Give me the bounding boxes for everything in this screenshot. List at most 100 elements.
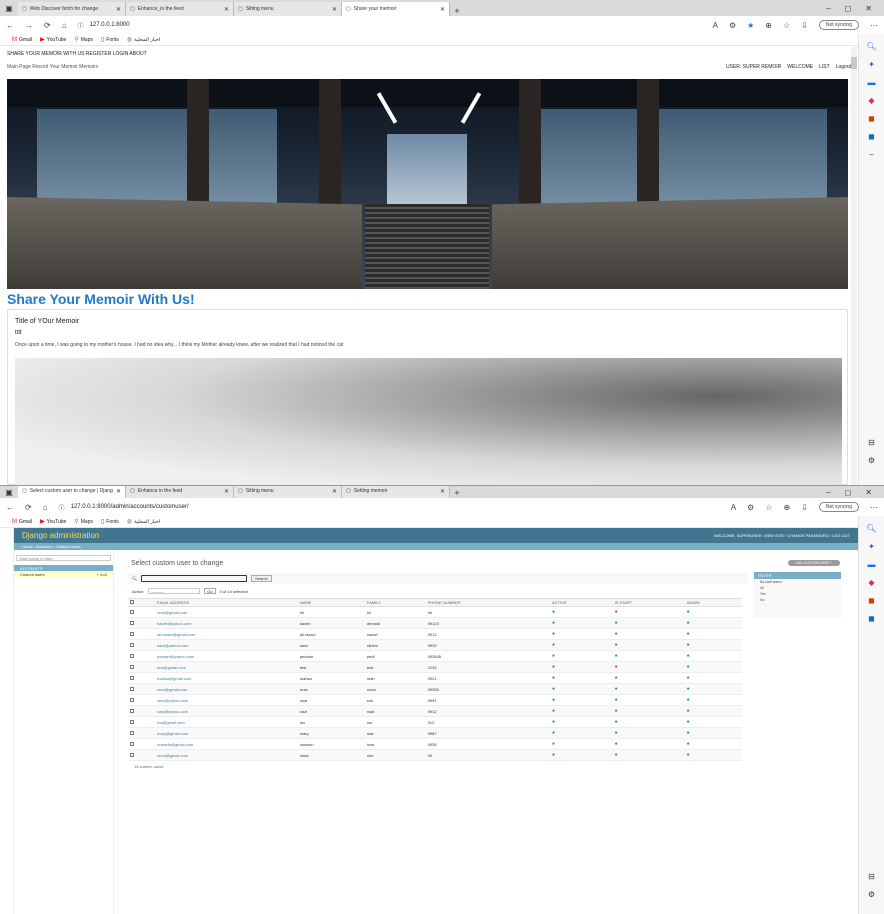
shopping-icon[interactable]: ◆ bbox=[868, 96, 874, 105]
tab-actions-icon[interactable]: ▣ bbox=[0, 486, 18, 498]
site-nav-link[interactable]: USER: SUPER REMOIR bbox=[726, 64, 781, 70]
tab-actions-icon[interactable]: ▣ bbox=[0, 0, 18, 16]
row-checkbox[interactable] bbox=[128, 705, 156, 717]
close-tab-icon[interactable]: ✕ bbox=[116, 488, 121, 495]
nav-filter-input[interactable]: Start typing to filter... bbox=[16, 555, 111, 561]
page-scrollbar[interactable] bbox=[851, 47, 857, 485]
column-header[interactable]: ACTIVE bbox=[550, 598, 613, 607]
action-select[interactable]: --------- bbox=[148, 588, 201, 594]
sparkle-icon[interactable]: ✦ bbox=[868, 60, 875, 69]
tab-0[interactable]: ▢ Select custom user to change | Django ✕ bbox=[18, 486, 126, 498]
office-icon[interactable]: ◼ bbox=[868, 114, 875, 123]
read-aloud-icon[interactable]: A bbox=[713, 21, 718, 30]
favorite-star-icon[interactable]: ☆ bbox=[765, 503, 772, 512]
outlook-icon[interactable]: ◼ bbox=[868, 132, 875, 141]
row-checkbox[interactable] bbox=[128, 716, 156, 728]
email-link[interactable]: sina@yahoo.com bbox=[155, 694, 298, 706]
bookmark-item[interactable]: ◍ اخبار المحلية bbox=[127, 36, 160, 44]
site-info-icon[interactable]: ⓘ bbox=[59, 503, 65, 512]
add-custom-user-button[interactable]: ADD CUSTOM USER + bbox=[788, 560, 840, 566]
home-icon[interactable]: ⌂ bbox=[62, 21, 67, 30]
email-link[interactable]: pedram@yahoo.com bbox=[155, 650, 298, 662]
maximize-icon[interactable]: ◻ bbox=[845, 4, 852, 13]
site-info-icon[interactable]: ⓘ bbox=[78, 21, 84, 30]
column-header[interactable]: NAME bbox=[297, 598, 365, 607]
tab-2[interactable]: ▢ Sitting menu ✕ bbox=[234, 486, 342, 498]
site-nav-link[interactable]: Logout bbox=[836, 64, 851, 70]
row-checkbox[interactable] bbox=[128, 661, 156, 673]
row-checkbox[interactable] bbox=[128, 606, 156, 618]
site-nav-left[interactable]: Main Page Record Your Memoir Memoirs bbox=[7, 64, 98, 70]
column-header[interactable]: ADMIN bbox=[684, 598, 742, 607]
back-icon[interactable]: ← bbox=[6, 21, 14, 30]
search-button[interactable]: Search bbox=[251, 575, 272, 582]
extensions-icon[interactable]: ⚙ bbox=[747, 503, 754, 512]
refresh-icon[interactable]: ⟳ bbox=[44, 21, 51, 30]
email-link[interactable]: hmd@gmail.com bbox=[155, 606, 298, 618]
bookmark-item[interactable]: M Gmail bbox=[12, 519, 32, 525]
favorite-star-icon[interactable]: ★ bbox=[747, 21, 754, 30]
bookmark-item[interactable]: ▶ YouTube bbox=[40, 36, 66, 44]
minimize-icon[interactable]: – bbox=[826, 4, 830, 13]
search-icon[interactable]: 🔍︎ bbox=[866, 524, 876, 533]
sidebar-toggle-icon[interactable]: ⊟ bbox=[868, 438, 875, 447]
favorites-icon[interactable]: ☆ bbox=[783, 21, 790, 30]
sidebar-toggle-icon[interactable]: ⊟ bbox=[868, 872, 875, 881]
close-icon[interactable]: ✕ bbox=[865, 488, 872, 497]
downloads-icon[interactable]: ⇩ bbox=[801, 21, 808, 30]
close-tab-icon[interactable]: ✕ bbox=[224, 6, 229, 13]
tab-2[interactable]: ▢ Sitting menu ✕ bbox=[234, 2, 342, 16]
more-menu-icon[interactable]: ⋯ bbox=[870, 21, 878, 30]
select-all-checkbox[interactable] bbox=[128, 598, 156, 607]
downloads-icon[interactable]: ⇩ bbox=[801, 503, 808, 512]
tab-0[interactable]: ▢ Web Discover fetch for change ✕ bbox=[18, 2, 126, 16]
profile-button[interactable]: Not syncing bbox=[818, 502, 859, 512]
row-checkbox[interactable] bbox=[128, 683, 156, 695]
email-link[interactable]: ms@gmail.com bbox=[155, 716, 298, 728]
model-add-link[interactable]: + Add bbox=[97, 572, 107, 577]
tab-1[interactable]: ▢ Enhance in the feed ✕ bbox=[126, 486, 234, 498]
site-nav-link[interactable]: LIST bbox=[819, 64, 830, 70]
bookmark-item[interactable]: ⚲ Maps bbox=[74, 36, 93, 44]
url-field[interactable]: ⓘ 127.0.0.1:8000 bbox=[78, 19, 638, 32]
office-icon[interactable]: ◼ bbox=[868, 596, 875, 605]
go-button[interactable]: Go bbox=[204, 588, 216, 594]
close-tab-icon[interactable]: ✕ bbox=[440, 6, 445, 13]
email-link[interactable]: sara@yahoo.com bbox=[155, 639, 298, 651]
row-checkbox[interactable] bbox=[128, 694, 156, 706]
new-tab-button[interactable]: + bbox=[450, 6, 464, 16]
email-link[interactable]: mary@gmail.com bbox=[155, 727, 298, 739]
bookmark-item[interactable]: ▯ Fonts bbox=[101, 36, 119, 44]
settings-icon[interactable]: ⚙ bbox=[868, 456, 875, 465]
home-icon[interactable]: ⌂ bbox=[43, 503, 48, 512]
tab-3[interactable]: ▢ Share your memoir ✕ bbox=[342, 2, 450, 16]
sparkle-icon[interactable]: ✦ bbox=[868, 542, 875, 551]
collections-icon[interactable]: ⊕ bbox=[765, 21, 772, 30]
column-header[interactable]: FAMILY bbox=[364, 598, 426, 607]
shopping-icon[interactable]: ◆ bbox=[868, 578, 874, 587]
tab-1[interactable]: ▢ Enhance_in the feed ✕ bbox=[126, 2, 234, 16]
bookmark-item[interactable]: ⚲ Maps bbox=[74, 518, 93, 526]
close-tab-icon[interactable]: ✕ bbox=[116, 6, 121, 13]
column-header[interactable]: EMAIL ADDRESS bbox=[155, 598, 298, 607]
row-checkbox[interactable] bbox=[128, 628, 156, 640]
email-link[interactable]: kaveh@yahoo.com bbox=[155, 617, 298, 629]
maximize-icon[interactable]: ◻ bbox=[845, 488, 852, 497]
email-link[interactable]: mahsa@gmail.com bbox=[155, 672, 298, 684]
extensions-icon[interactable]: ⚙ bbox=[729, 21, 736, 30]
bookmark-item[interactable]: ▯ Fonts bbox=[101, 518, 119, 526]
model-label[interactable]: Custom users bbox=[20, 572, 45, 577]
url-field[interactable]: ⓘ 127.0.0.1:8000/admin/accounts/customus… bbox=[59, 501, 619, 514]
email-link[interactable]: test@gmail.com bbox=[155, 661, 298, 673]
more-menu-icon[interactable]: ⋯ bbox=[870, 503, 878, 512]
settings-icon[interactable]: ⚙ bbox=[868, 890, 875, 899]
bookmark-item[interactable]: ▶ YouTube bbox=[40, 518, 66, 526]
row-checkbox[interactable] bbox=[128, 650, 156, 662]
row-checkbox[interactable] bbox=[128, 617, 156, 629]
new-tab-button[interactable]: + bbox=[450, 488, 464, 498]
row-checkbox[interactable] bbox=[128, 749, 156, 761]
row-checkbox[interactable] bbox=[128, 672, 156, 684]
column-header[interactable]: IS STAFF bbox=[612, 598, 685, 607]
close-tab-icon[interactable]: ✕ bbox=[224, 488, 229, 495]
close-tab-icon[interactable]: ✕ bbox=[332, 6, 337, 13]
